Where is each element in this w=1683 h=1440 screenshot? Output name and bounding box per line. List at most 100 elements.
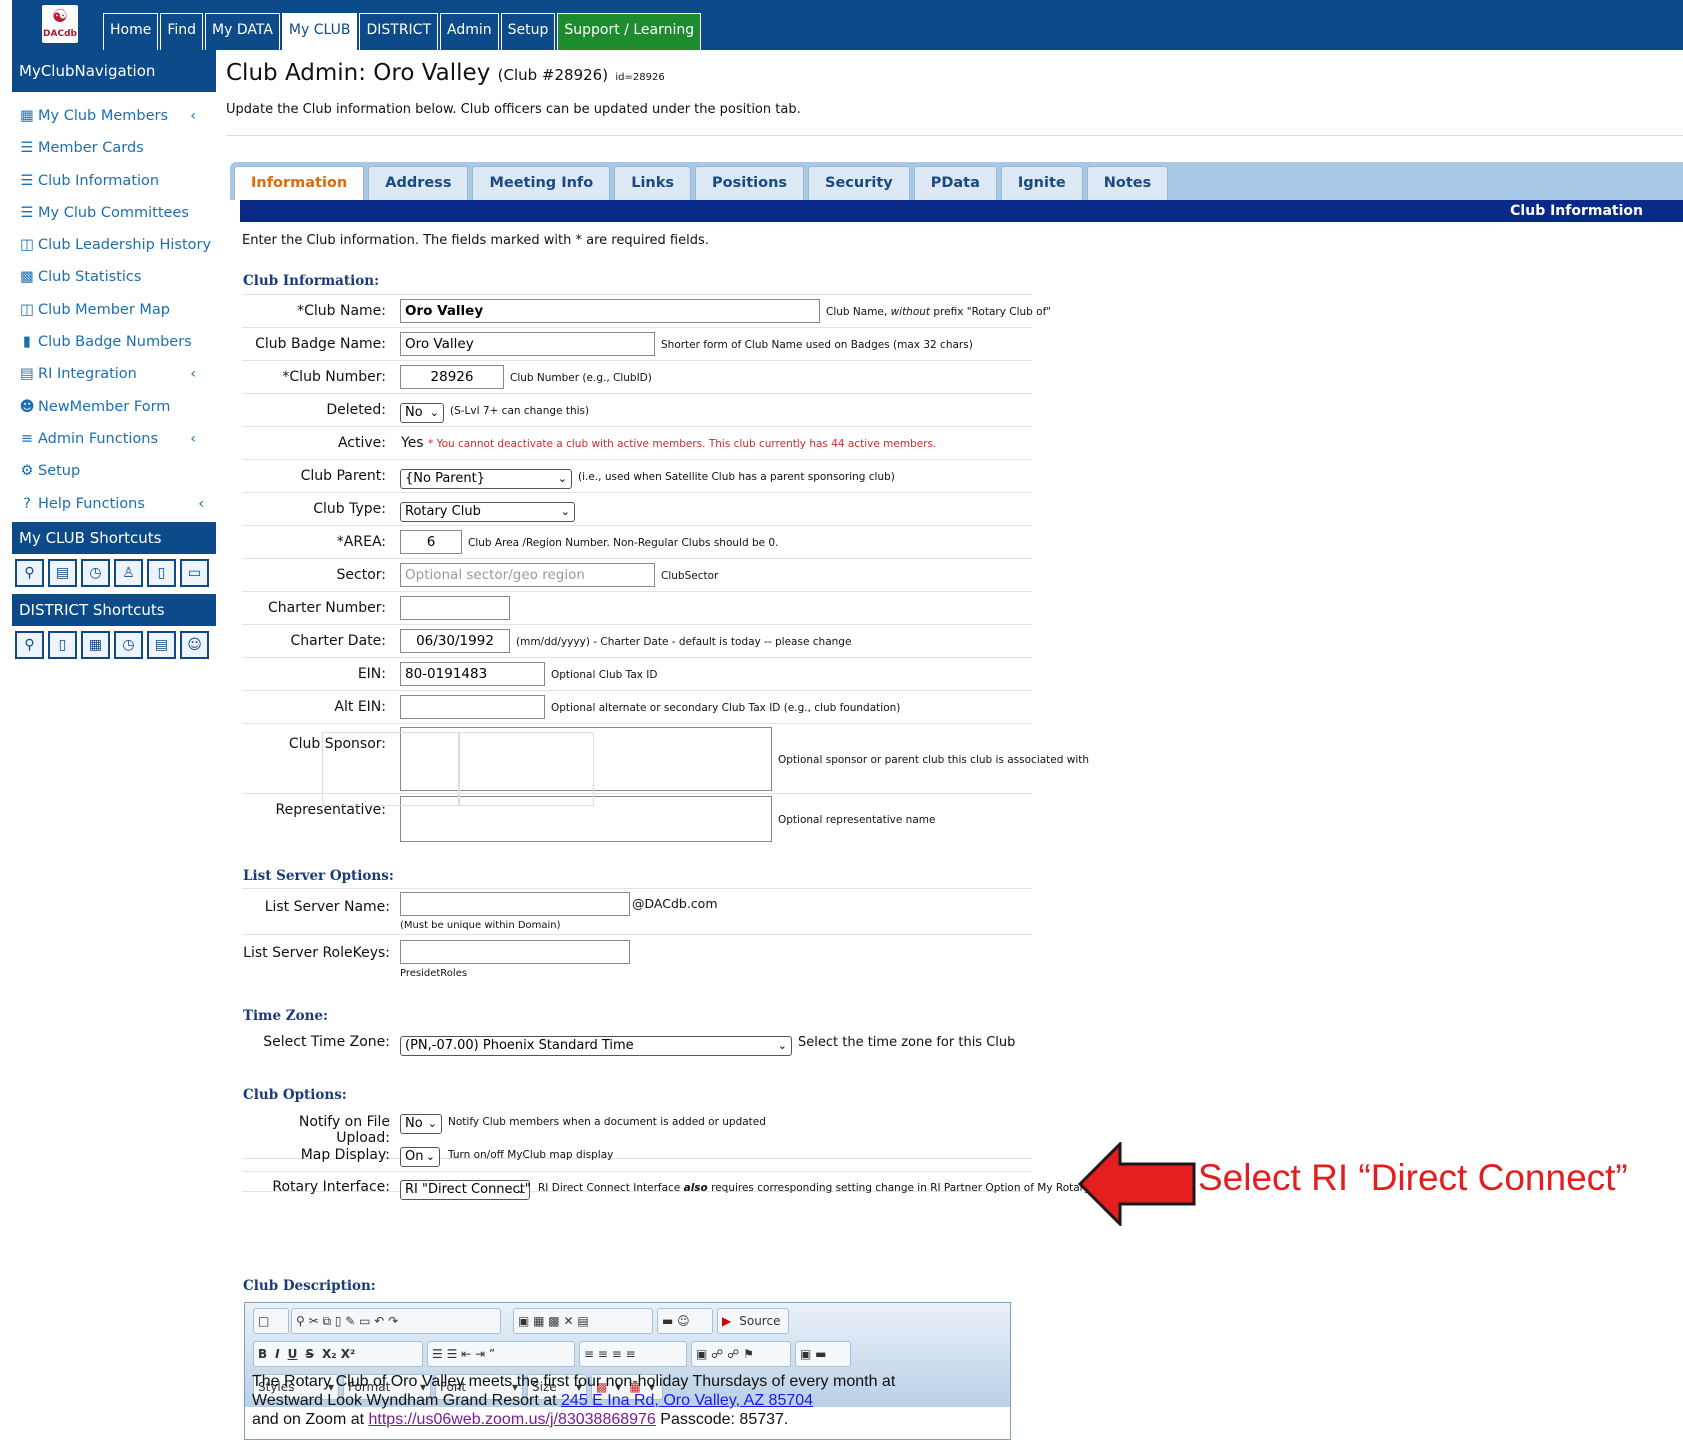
- org-chart-icon[interactable]: ▦: [81, 630, 110, 659]
- tab-information[interactable]: Information: [234, 166, 365, 200]
- ein-input[interactable]: 80-0191483: [400, 662, 545, 686]
- align-tools[interactable]: ≡ ≡ ≡ ≡: [579, 1341, 687, 1367]
- clipboard-tools[interactable]: ⚲ ✂ ⧉ ▯ ✎ ▭ ↶ ↷: [291, 1308, 501, 1334]
- smiley-icon[interactable]: ▬ ☺: [657, 1308, 713, 1334]
- club-name-note: Club Name, without prefix "Rotary Club o…: [826, 306, 1051, 318]
- search-member-icon[interactable]: ⚲: [15, 630, 44, 659]
- text-format-tools[interactable]: B I U S X₂ X²: [253, 1341, 423, 1367]
- attendance-icon[interactable]: ◷: [81, 558, 110, 587]
- sidebar-item-label: Club Leadership History: [38, 237, 212, 254]
- address-link[interactable]: 245 E Ina Rd, Oro Valley, AZ 85704: [561, 1392, 813, 1409]
- sidebar-item-help-functions[interactable]: ? Help Functions ‹: [12, 488, 216, 520]
- sidebar-item-club-statistics[interactable]: ▩ Club Statistics: [12, 261, 216, 293]
- ein-row: EIN: 80-0191483 Optional Club Tax ID: [242, 657, 1032, 690]
- rotary-interface-note: RI Direct Connect Interface also require…: [538, 1182, 1092, 1194]
- book-icon[interactable]: ▯: [147, 558, 176, 587]
- sidebar-item-club-badge-numbers[interactable]: ▮ Club Badge Numbers: [12, 326, 216, 358]
- area-label: *AREA:: [336, 534, 386, 550]
- insert-tools[interactable]: ▣ ▦ ▩ ✕ ▤: [513, 1308, 653, 1334]
- chevron-left-icon[interactable]: ‹: [190, 358, 196, 390]
- editor-content[interactable]: The Rotary Club of Oro Valley meets the …: [252, 1372, 895, 1429]
- tab-meeting-info[interactable]: Meeting Info: [472, 166, 611, 200]
- nav-support-learning[interactable]: Support / Learning: [557, 13, 702, 50]
- club-type-select[interactable]: Rotary Club ⌄: [400, 502, 575, 522]
- chevron-left-icon[interactable]: ‹: [190, 100, 196, 132]
- time-zone-select[interactable]: (PN,-07.00) Phoenix Standard Time ⌄: [400, 1036, 792, 1056]
- link-tools[interactable]: ▣ ☍ ☍ ⚑: [691, 1341, 791, 1367]
- chevron-left-icon[interactable]: ‹: [190, 423, 196, 455]
- deleted-row: Deleted: No ⌄ (S-Lvl 7+ can change this): [242, 393, 1032, 426]
- group-icon[interactable]: ☺: [180, 630, 209, 659]
- tab-security[interactable]: Security: [808, 166, 910, 200]
- tab-address[interactable]: Address: [368, 166, 469, 200]
- bulletin-icon[interactable]: ▤: [48, 558, 77, 587]
- list-indent-tools[interactable]: ☰ ☰ ⇤ ⇥ ”: [427, 1341, 575, 1367]
- question-icon: ?: [23, 495, 31, 512]
- club-sponsor-note: Optional sponsor or parent club this clu…: [778, 754, 1090, 766]
- area-input[interactable]: 6: [400, 530, 462, 554]
- club-name-input[interactable]: Oro Valley: [400, 299, 820, 323]
- nav-admin[interactable]: Admin: [440, 13, 499, 50]
- club-number-input[interactable]: 28926: [400, 365, 504, 389]
- dacdb-logo[interactable]: ☯ DACdb: [42, 5, 78, 43]
- charter-number-input[interactable]: [400, 596, 510, 620]
- sidebar-item-label: NewMember Form: [38, 398, 171, 415]
- attendance-icon[interactable]: ◷: [114, 630, 143, 659]
- zoom-link[interactable]: https://us06web.zoom.us/j/83038868976: [369, 1411, 656, 1428]
- source-button[interactable]: ▶ Source: [717, 1308, 789, 1334]
- search-member-icon[interactable]: ⚲: [15, 558, 44, 587]
- sidebar-item-club-leadership-history[interactable]: ◫ Club Leadership History: [12, 229, 216, 261]
- walking-person-icon[interactable]: ♙: [114, 558, 143, 587]
- list-server-rolekeys-note: PresidetRoles: [400, 968, 468, 979]
- alt-ein-input[interactable]: [400, 695, 545, 719]
- notify-select-value: No: [405, 1116, 423, 1131]
- club-name-note-pre: Club Name,: [826, 306, 891, 318]
- nav-home[interactable]: Home: [103, 13, 159, 50]
- tab-positions[interactable]: Positions: [695, 166, 805, 200]
- club-badge-name-label: Club Badge Name:: [255, 336, 386, 352]
- rotary-interface-select[interactable]: RI "Direct Connect" ⌄: [400, 1180, 531, 1200]
- main-content: Club Admin: Oro Valley (Club #28926) id=…: [226, 50, 1683, 1440]
- sidebar-item-setup[interactable]: ⚙ Setup: [12, 455, 216, 487]
- bulletin-icon[interactable]: ▤: [147, 630, 176, 659]
- sidebar-item-newmember-form[interactable]: ☻ NewMember Form: [12, 391, 216, 423]
- book-icon[interactable]: ▯: [48, 630, 77, 659]
- nav-setup[interactable]: Setup: [500, 13, 556, 50]
- sidebar-item-member-cards[interactable]: ☰ Member Cards: [12, 132, 216, 164]
- notify-controls: No ⌄ Notify Club members when a document …: [242, 1105, 1032, 1138]
- list-server-rolekeys-input[interactable]: [400, 940, 630, 964]
- sidebar-item-ri-integration[interactable]: ▤ RI Integration ‹: [12, 358, 216, 390]
- club-badge-name-input[interactable]: Oro Valley: [400, 332, 655, 356]
- new-page-icon[interactable]: □: [253, 1308, 289, 1334]
- deleted-select-value: No: [405, 405, 423, 420]
- nav-my-club[interactable]: My CLUB: [281, 13, 358, 50]
- nav-find[interactable]: Find: [160, 13, 204, 50]
- nav-my-data[interactable]: My DATA: [205, 13, 280, 50]
- club-badge-name-note: Shorter form of Club Name used on Badges…: [661, 339, 973, 351]
- sidebar-item-admin-functions[interactable]: ≡ Admin Functions ‹: [12, 423, 216, 455]
- chevron-left-icon[interactable]: ‹: [198, 488, 204, 520]
- top-navigation-bar: ☯ DACdb Home Find My DATA My CLUB DISTRIC…: [12, 0, 1683, 50]
- map-display-select[interactable]: On ⌄: [400, 1147, 440, 1167]
- charter-date-input[interactable]: 06/30/1992: [400, 629, 510, 653]
- sidebar-item-my-club-members[interactable]: ▦ My Club Members ‹: [12, 100, 216, 132]
- tab-links[interactable]: Links: [614, 166, 692, 200]
- tab-ignite[interactable]: Ignite: [1000, 166, 1083, 200]
- sector-input[interactable]: Optional sector/geo region: [400, 563, 655, 587]
- sidebar-item-club-member-map[interactable]: ◫ Club Member Map: [12, 294, 216, 326]
- sidebar-item-club-information[interactable]: ☰ Club Information: [12, 165, 216, 197]
- red-arrow-icon: [1078, 1142, 1196, 1226]
- sidebar-item-my-club-committees[interactable]: ☰ My Club Committees: [12, 197, 216, 229]
- list-server-name-input[interactable]: [400, 892, 630, 916]
- club-parent-select[interactable]: {No Parent} ⌄: [400, 469, 572, 489]
- folder-icon[interactable]: ▭: [180, 558, 209, 587]
- tab-notes[interactable]: Notes: [1086, 166, 1169, 200]
- club-number-label: (Club #28926): [497, 66, 609, 84]
- notify-select[interactable]: No ⌄: [400, 1114, 442, 1134]
- list-server-name-label: List Server Name:: [264, 899, 390, 915]
- section-club-description: Club Description:: [243, 1278, 376, 1294]
- media-tools[interactable]: ▣ ▬: [795, 1341, 851, 1367]
- tab-pdata[interactable]: PData: [913, 166, 997, 200]
- nav-district[interactable]: DISTRICT: [359, 13, 438, 50]
- deleted-select[interactable]: No ⌄: [400, 403, 444, 423]
